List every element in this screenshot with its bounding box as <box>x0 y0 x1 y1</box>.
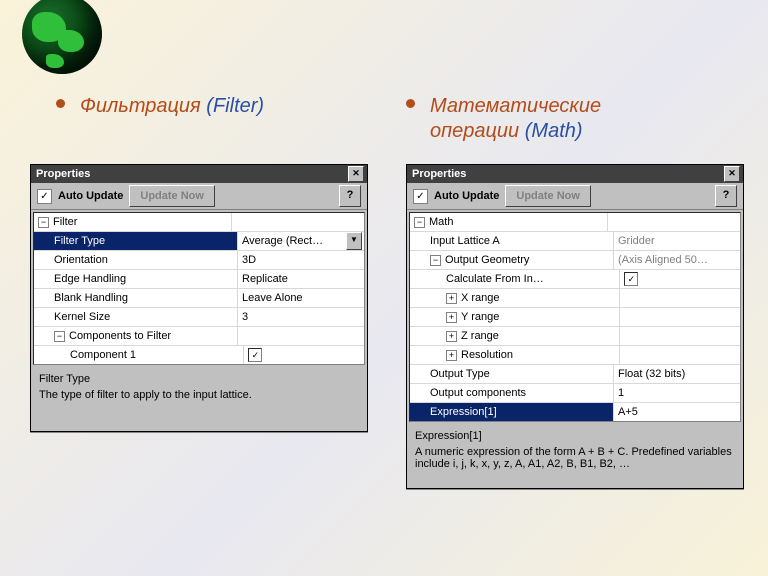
row-components[interactable]: −Components to Filter <box>34 327 364 346</box>
collapse-icon[interactable]: − <box>38 217 49 228</box>
prop-label: Output Geometry <box>445 254 529 266</box>
prop-label: Calculate From In… <box>446 273 544 285</box>
prop-label: Y range <box>461 311 499 323</box>
update-now-button[interactable]: Update Now <box>505 185 591 207</box>
expand-icon[interactable]: + <box>446 350 457 361</box>
close-icon[interactable]: ✕ <box>724 166 740 182</box>
prop-value: 3 <box>242 311 248 323</box>
auto-update-checkbox[interactable]: ✓ <box>37 189 52 204</box>
prop-label: Filter Type <box>54 235 105 247</box>
row-resolution[interactable]: + Resolution <box>410 346 740 365</box>
collapse-icon[interactable]: − <box>414 217 425 228</box>
prop-value: Leave Alone <box>242 292 303 304</box>
row-expression-1[interactable]: Expression[1] A+5 <box>410 403 740 421</box>
prop-label: Resolution <box>461 349 513 361</box>
top-band <box>0 6 768 62</box>
description-title: Expression[1] <box>415 430 735 442</box>
row-component-1[interactable]: Component 1 ✓ <box>34 346 364 364</box>
expand-icon[interactable]: + <box>446 331 457 342</box>
row-orientation[interactable]: Orientation 3D <box>34 251 364 270</box>
row-kernel-size[interactable]: Kernel Size 3 <box>34 308 364 327</box>
close-icon[interactable]: ✕ <box>348 166 364 182</box>
titlebar[interactable]: Properties ✕ <box>31 165 367 183</box>
row-z-range[interactable]: + Z range <box>410 327 740 346</box>
collapse-icon[interactable]: − <box>430 255 441 266</box>
heading-filter: Фильтрация (Filter) <box>80 94 264 119</box>
root-label: Math <box>429 216 453 228</box>
prop-value: Replicate <box>242 273 288 285</box>
heading-math: Математические операции (Math) <box>430 94 670 144</box>
properties-panel-filter: Properties ✕ ✓ Auto Update Update Now ? … <box>30 164 368 432</box>
prop-label: Expression[1] <box>430 406 497 418</box>
titlebar-text: Properties <box>36 168 90 180</box>
row-blank-handling[interactable]: Blank Handling Leave Alone <box>34 289 364 308</box>
row-edge-handling[interactable]: Edge Handling Replicate <box>34 270 364 289</box>
row-y-range[interactable]: + Y range <box>410 308 740 327</box>
bullet-icon <box>406 99 415 108</box>
row-output-components[interactable]: Output components 1 <box>410 384 740 403</box>
heading-filter-text: Фильтрация <box>80 95 201 117</box>
prop-value: 3D <box>242 254 256 266</box>
prop-label: Kernel Size <box>54 311 110 323</box>
auto-update-label: Auto Update <box>434 190 499 202</box>
description-title: Filter Type <box>39 373 359 385</box>
titlebar-text: Properties <box>412 168 466 180</box>
prop-label: X range <box>461 292 500 304</box>
prop-label: Output Type <box>430 368 490 380</box>
checkbox-icon[interactable]: ✓ <box>624 272 638 286</box>
prop-label: Orientation <box>54 254 108 266</box>
prop-value: 1 <box>618 387 624 399</box>
chevron-down-icon[interactable]: ▼ <box>346 232 362 250</box>
heading-math-paren: (Math) <box>519 120 582 142</box>
row-filter-type[interactable]: Filter Type Average (Rect… ▼ <box>34 232 364 251</box>
prop-value: (Axis Aligned 50… <box>618 254 708 266</box>
prop-label: Z range <box>461 330 499 342</box>
prop-label: Component 1 <box>70 349 136 361</box>
collapse-icon[interactable]: − <box>54 331 65 342</box>
earth-icon <box>22 0 102 74</box>
row-calc-from-in[interactable]: Calculate From In… ✓ <box>410 270 740 289</box>
prop-value: Gridder <box>618 235 655 247</box>
auto-update-label: Auto Update <box>58 190 123 202</box>
root-label: Filter <box>53 216 77 228</box>
help-button[interactable]: ? <box>339 185 361 207</box>
prop-value: Float (32 bits) <box>618 368 685 380</box>
prop-label: Components to Filter <box>69 330 171 342</box>
help-button[interactable]: ? <box>715 185 737 207</box>
checkbox-icon[interactable]: ✓ <box>248 348 262 362</box>
row-input-lattice-a[interactable]: Input Lattice A Gridder <box>410 232 740 251</box>
description-body: A numeric expression of the form A + B +… <box>415 446 735 470</box>
grid-root-row[interactable]: −Filter <box>34 213 364 232</box>
heading-filter-paren: (Filter) <box>201 95 264 117</box>
prop-label: Output components <box>430 387 526 399</box>
row-output-geometry[interactable]: −Output Geometry (Axis Aligned 50… <box>410 251 740 270</box>
bullet-icon <box>56 99 65 108</box>
description-box: Expression[1] A numeric expression of th… <box>407 424 743 488</box>
update-now-button[interactable]: Update Now <box>129 185 215 207</box>
prop-label: Blank Handling <box>54 292 128 304</box>
prop-label: Input Lattice A <box>430 235 500 247</box>
row-output-type[interactable]: Output Type Float (32 bits) <box>410 365 740 384</box>
expand-icon[interactable]: + <box>446 312 457 323</box>
expand-icon[interactable]: + <box>446 293 457 304</box>
auto-update-checkbox[interactable]: ✓ <box>413 189 428 204</box>
property-grid: −Filter Filter Type Average (Rect…▼ Orie… <box>33 212 365 365</box>
prop-value: A+5 <box>618 406 638 418</box>
toolbar: ✓ Auto Update Update Now ? <box>407 183 743 210</box>
grid-root-row[interactable]: −Math <box>410 213 740 232</box>
toolbar: ✓ Auto Update Update Now ? <box>31 183 367 210</box>
properties-panel-math: Properties ✕ ✓ Auto Update Update Now ? … <box>406 164 744 489</box>
description-body: The type of filter to apply to the input… <box>39 389 359 401</box>
description-box: Filter Type The type of filter to apply … <box>31 367 367 431</box>
property-grid: −Math Input Lattice A Gridder −Output Ge… <box>409 212 741 422</box>
prop-value: Average (Rect… <box>242 235 323 247</box>
row-x-range[interactable]: + X range <box>410 289 740 308</box>
titlebar[interactable]: Properties ✕ <box>407 165 743 183</box>
prop-label: Edge Handling <box>54 273 126 285</box>
